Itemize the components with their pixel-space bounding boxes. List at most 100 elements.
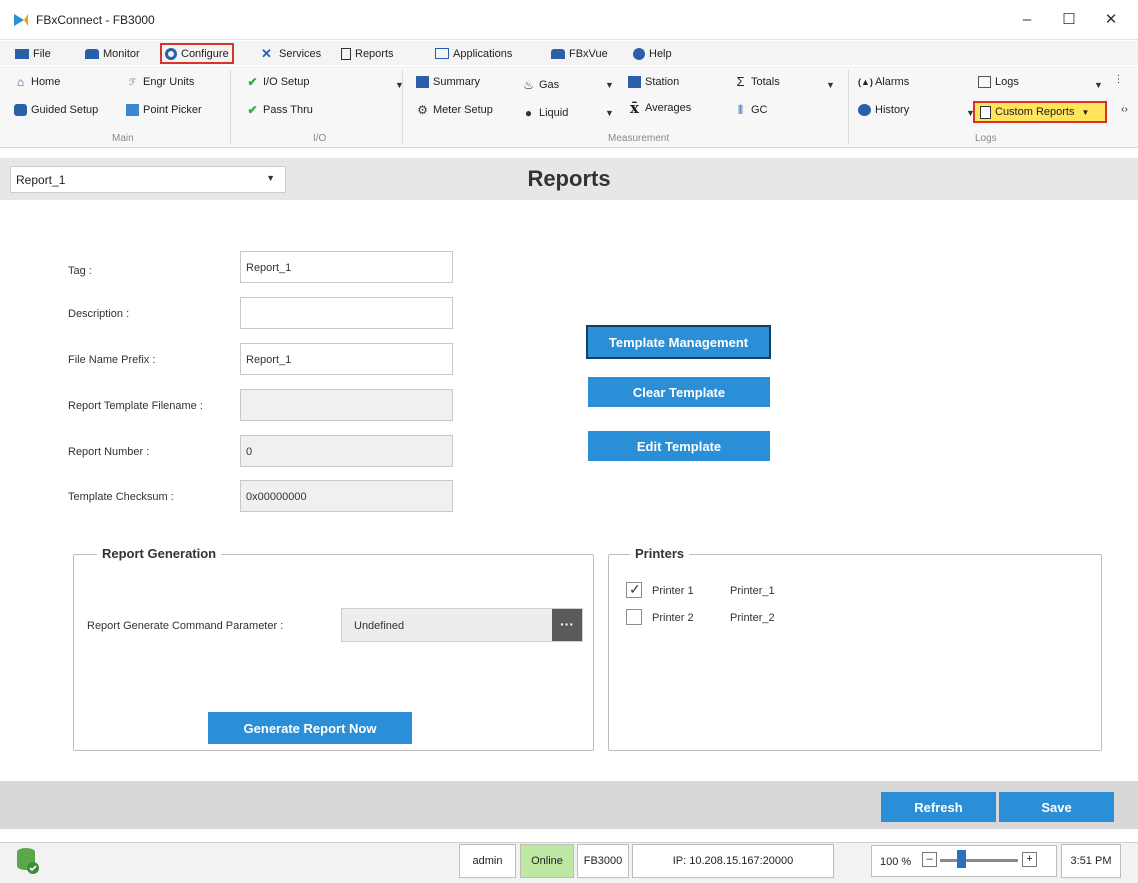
help-icon: [633, 47, 645, 60]
ribbon-alarms-button[interactable]: (▲) Alarms: [858, 76, 909, 88]
file-icon: [15, 48, 29, 59]
monitor-icon: [85, 48, 99, 59]
ribbon-guided-setup-button[interactable]: Guided Setup: [14, 104, 98, 116]
menu-reports[interactable]: Reports: [338, 44, 397, 63]
file-name-prefix-label: File Name Prefix :: [68, 354, 156, 366]
report-generate-command-parameter-label: Report Generate Command Parameter :: [87, 620, 284, 632]
logs-dropdown-arrow-icon[interactable]: ▼: [1094, 80, 1103, 90]
ribbon-overflow-icon[interactable]: ⋮: [1112, 74, 1125, 86]
ribbon-gc-button[interactable]: ⫴ GC: [734, 104, 768, 116]
applications-icon: [435, 48, 449, 59]
generate-report-now-button[interactable]: Generate Report Now: [208, 712, 412, 744]
summary-icon: [416, 76, 429, 88]
file-name-prefix-input[interactable]: Report_1: [240, 343, 453, 375]
ribbon-scroll-arrows-icon[interactable]: ‹›: [1118, 104, 1131, 116]
ribbon-meter-setup-button[interactable]: ⚙ Meter Setup: [416, 104, 493, 116]
menu-help[interactable]: Help: [630, 44, 675, 63]
zoom-slider-track[interactable]: [940, 859, 1018, 862]
ribbon-summary-button[interactable]: Summary: [416, 76, 480, 88]
ribbon-engr-units-button[interactable]: ℱ Engr Units: [126, 76, 194, 88]
ribbon-custom-reports-button[interactable]: Custom Reports ▼: [973, 101, 1107, 123]
report-template-filename-field: [240, 389, 453, 421]
minimize-button[interactable]: –: [1012, 8, 1042, 32]
report-generate-command-parameter-field: Undefined: [341, 608, 583, 642]
template-checksum-label: Template Checksum :: [68, 491, 174, 503]
ribbon-io-setup-button[interactable]: ✔ I/O Setup: [246, 76, 309, 88]
printer-2-label: Printer 2: [652, 612, 694, 624]
status-connection: Online: [520, 844, 574, 878]
menu-configure[interactable]: Configure: [160, 43, 234, 64]
ribbon-liquid-button[interactable]: ● Liquid: [522, 107, 568, 119]
group-separator: [402, 70, 403, 144]
menu-fbxvue[interactable]: FBxVue: [548, 44, 611, 63]
save-button[interactable]: Save: [999, 792, 1114, 822]
status-time: 3:51 PM: [1061, 844, 1121, 878]
guided-setup-icon: [14, 104, 27, 116]
browse-parameter-button[interactable]: ···: [552, 609, 582, 641]
gas-dropdown-arrow-icon[interactable]: ▼: [605, 80, 614, 90]
station-icon: [628, 76, 641, 88]
template-management-button[interactable]: Template Management: [586, 325, 771, 359]
average-icon: x̄: [630, 99, 639, 117]
menu-applications[interactable]: Applications: [432, 44, 515, 63]
ribbon: ⌂ Home ℱ Engr Units Guided Setup Point P…: [0, 66, 1138, 148]
group-separator: [230, 70, 231, 144]
ribbon-station-button[interactable]: Station: [628, 76, 679, 88]
services-icon: ✕: [261, 45, 272, 61]
report-template-filename-label: Report Template Filename :: [68, 400, 203, 412]
tag-input[interactable]: Report_1: [240, 251, 453, 283]
printer-2-name: Printer_2: [730, 612, 775, 624]
status-ip: IP: 10.208.15.167:20000: [632, 844, 834, 878]
zoom-level: 100 %: [880, 856, 912, 868]
group-separator: [848, 70, 849, 144]
printer-2-checkbox[interactable]: [626, 609, 642, 625]
sigma-icon: Σ: [736, 74, 745, 89]
group-label-measurement: Measurement: [608, 133, 670, 144]
template-checksum-field: 0x00000000: [240, 480, 453, 512]
engr-units-icon: ℱ: [128, 77, 137, 87]
ribbon-home-button[interactable]: ⌂ Home: [14, 76, 60, 88]
ribbon-gas-button[interactable]: ♨ Gas: [522, 79, 559, 91]
menu-services[interactable]: ✕ Services: [258, 44, 324, 63]
zoom-slider-thumb[interactable]: [956, 850, 966, 868]
maximize-button[interactable]: ☐: [1054, 8, 1084, 32]
ribbon-history-button[interactable]: History: [858, 104, 909, 116]
zoom-out-button[interactable]: –: [922, 852, 937, 867]
ribbon-point-picker-button[interactable]: Point Picker: [126, 104, 202, 116]
droplet-icon: ●: [524, 106, 533, 120]
edit-template-button[interactable]: Edit Template: [588, 431, 770, 461]
configure-icon: [165, 47, 177, 60]
menu-monitor[interactable]: Monitor: [82, 44, 143, 63]
printer-1-label: Printer 1: [652, 585, 694, 597]
home-icon: ⌂: [16, 75, 25, 89]
title-bar: FBxConnect - FB3000 – ☐ ✕: [0, 0, 1138, 40]
refresh-button[interactable]: Refresh: [881, 792, 996, 822]
menu-bar: File Monitor Configure ✕ Services Report…: [0, 41, 1138, 65]
ribbon-totals-button[interactable]: Σ Totals: [734, 74, 779, 89]
description-input[interactable]: [240, 297, 453, 329]
history-icon: [858, 104, 871, 116]
printer-1-checkbox[interactable]: [626, 581, 642, 598]
report-generation-title: Report Generation: [97, 546, 222, 561]
close-button[interactable]: ✕: [1096, 8, 1126, 32]
gc-icon: ⫴: [737, 103, 744, 117]
printer-1-name: Printer_1: [730, 585, 775, 597]
totals-dropdown-arrow-icon[interactable]: ▼: [826, 80, 835, 90]
clear-template-button[interactable]: Clear Template: [588, 377, 770, 407]
status-user: admin: [459, 844, 516, 878]
menu-file[interactable]: File: [12, 44, 54, 63]
description-label: Description :: [68, 308, 130, 320]
ribbon-averages-button[interactable]: x̄ Averages: [628, 99, 691, 117]
report-number-field: 0: [240, 435, 453, 467]
checkmark-icon: ✔: [247, 103, 258, 117]
liquid-dropdown-arrow-icon[interactable]: ▼: [605, 108, 614, 118]
status-device: FB3000: [577, 844, 629, 878]
alarm-icon: (▲): [858, 77, 873, 87]
zoom-in-button[interactable]: +: [1022, 852, 1037, 867]
ribbon-pass-thru-button[interactable]: ✔ Pass Thru: [246, 103, 312, 117]
report-number-label: Report Number :: [68, 446, 150, 458]
custom-reports-dropdown-arrow-icon: ▼: [1081, 107, 1090, 117]
flame-icon: ♨: [523, 78, 534, 92]
ribbon-logs-button[interactable]: Logs: [978, 76, 1019, 88]
group-label-logs: Logs: [975, 133, 997, 144]
